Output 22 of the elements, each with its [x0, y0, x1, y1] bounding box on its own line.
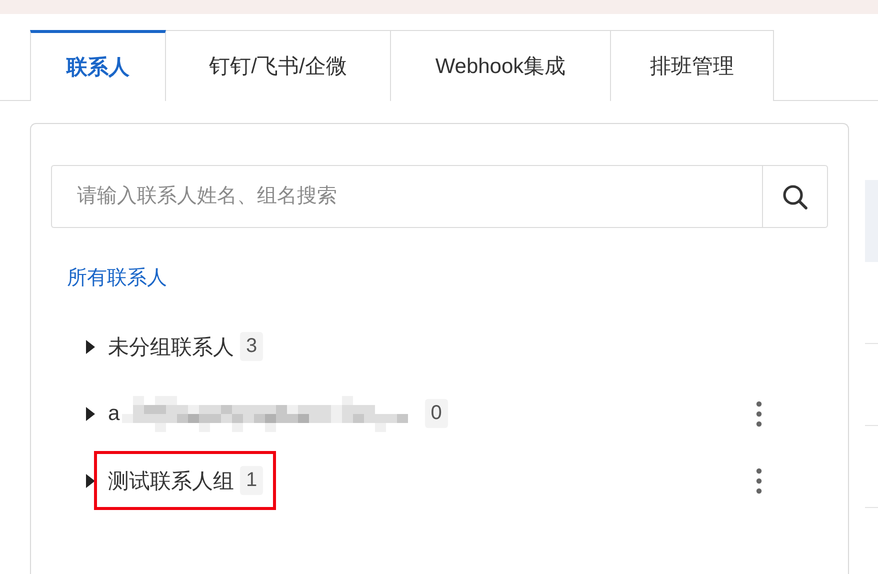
- tab[interactable]: 联系人: [30, 30, 166, 101]
- group-item[interactable]: 测试联系人组 1: [94, 451, 276, 510]
- group-name: 测试联系人组: [108, 468, 234, 494]
- search-field[interactable]: 请输入联系人姓名、组名搜索: [51, 165, 762, 228]
- group-item[interactable]: 未分组联系人 3: [94, 317, 276, 376]
- search-icon: [781, 182, 809, 210]
- search-button[interactable]: [762, 165, 828, 228]
- tab[interactable]: Webhook集成: [391, 30, 611, 101]
- caret-icon[interactable]: [86, 474, 95, 488]
- caret-icon[interactable]: [86, 406, 95, 420]
- count-badge: 3: [240, 332, 264, 361]
- count-badge: 1: [240, 466, 264, 495]
- all-contacts-link[interactable]: 所有联系人: [67, 264, 167, 291]
- caret-icon[interactable]: [86, 340, 95, 354]
- more-icon[interactable]: [754, 398, 764, 428]
- tab[interactable]: 钉钉/飞书/企微: [166, 30, 391, 101]
- more-icon[interactable]: [754, 466, 764, 496]
- group-item[interactable]: a 0: [94, 380, 461, 446]
- group-name: a: [108, 402, 120, 426]
- tab[interactable]: 排班管理: [611, 30, 774, 101]
- count-badge: 0: [424, 399, 448, 428]
- group-name: 未分组联系人: [108, 334, 234, 360]
